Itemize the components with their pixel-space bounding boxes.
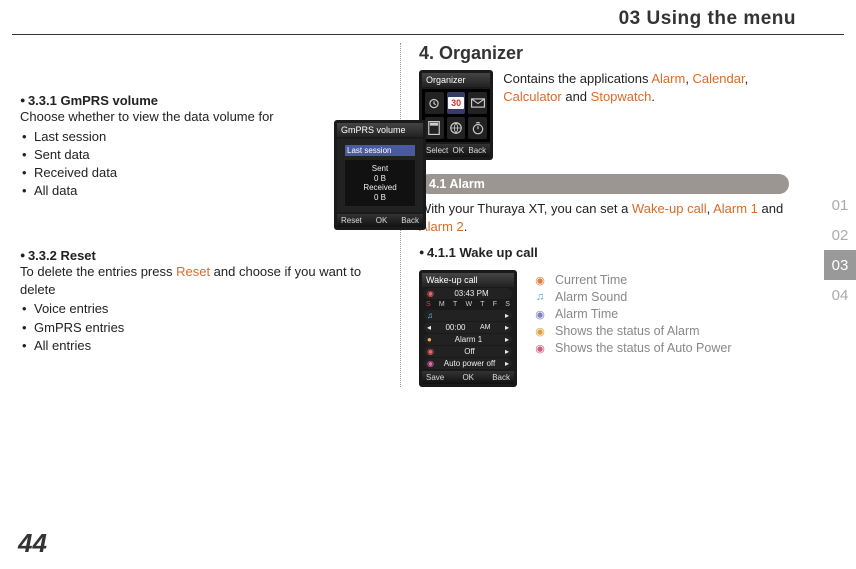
tab-02[interactable]: 02: [824, 220, 856, 250]
day: S: [426, 301, 431, 308]
list-item: All entries: [20, 337, 390, 355]
softkey-mid: OK: [376, 216, 388, 225]
softkey-right: Back: [401, 216, 419, 225]
tab-01[interactable]: 01: [824, 190, 856, 220]
right-column: 4. Organizer Organizer 30: [400, 43, 800, 387]
day: M: [439, 301, 445, 308]
screenshot-gmprs: GmPRS volume Last session Sent 0 B Recei…: [334, 120, 426, 230]
screen-text: Sent: [349, 164, 411, 174]
heading-41-alarm: 4.1 Alarm: [419, 174, 789, 194]
day: T: [453, 301, 457, 308]
tab-04[interactable]: 04: [824, 280, 856, 310]
org-cell-stopwatch: [468, 117, 487, 139]
screen-text: 0 B: [349, 174, 411, 184]
bell-icon: ●: [427, 335, 432, 344]
org-cell-alarm: [425, 92, 444, 114]
tab-03[interactable]: 03: [824, 250, 856, 280]
org-cell-calendar: 30: [447, 92, 466, 114]
org-cell-world: [447, 117, 466, 139]
softkey-left: Select: [426, 146, 448, 155]
heading-332: 3.3.2 Reset: [20, 248, 390, 263]
status-icon: ◉: [533, 324, 547, 338]
chevron-right-icon: ▸: [505, 323, 509, 332]
text-332: To delete the entries press Reset and ch…: [20, 263, 390, 298]
legend-text: Alarm Time: [555, 307, 618, 321]
link-reset: Reset: [176, 264, 210, 279]
legend-text: Shows the status of Auto Power: [555, 341, 732, 355]
stopwatch-icon: [471, 121, 485, 135]
organizer-description: Contains the applications Alarm, Calenda…: [503, 70, 800, 105]
alarm-intro: With your Thuraya XT, you can set a Wake…: [419, 200, 800, 235]
screen-title: Organizer: [422, 73, 490, 87]
legend-text: Alarm Sound: [555, 290, 627, 304]
clock-icon: ◉: [533, 273, 547, 287]
chevron-left-icon: ◂: [427, 323, 431, 332]
page-header: 03 Using the menu: [0, 0, 856, 34]
softkey-left: Save: [426, 373, 444, 382]
screen-title: GmPRS volume: [337, 123, 423, 137]
list-332: Voice entries GmPRS entries All entries: [20, 300, 390, 355]
softkey-mid: OK: [453, 146, 465, 155]
day: T: [480, 301, 484, 308]
chevron-right-icon: ▸: [505, 311, 509, 320]
list-item: Voice entries: [20, 300, 390, 318]
org-cell-mail: [468, 92, 487, 114]
day: W: [465, 301, 472, 308]
chevron-right-icon: ▸: [505, 359, 509, 368]
screenshot-wakeup: Wake-up call ◉03:43 PM S M T W T F S ♫▸ …: [419, 270, 517, 387]
softkey-right: Back: [492, 373, 510, 382]
list-item: GmPRS entries: [20, 319, 390, 337]
legend: ◉ Current Time ♫ Alarm Sound ◉ Alarm Time ◉…: [533, 270, 732, 358]
legend-text: Shows the status of Alarm: [555, 324, 700, 338]
clock-icon: [427, 96, 441, 110]
legend-text: Current Time: [555, 273, 627, 287]
chevron-right-icon: ▸: [505, 347, 509, 356]
chevron-right-icon: ▸: [505, 335, 509, 344]
clock-icon: ◉: [427, 289, 434, 298]
screen-text: 03:43 PM: [454, 289, 488, 298]
screen-text: Received: [349, 183, 411, 193]
softkey-left: Reset: [341, 216, 362, 225]
org-cell-calc: [425, 117, 444, 139]
screen-row: Last session: [345, 145, 415, 156]
envelope-icon: [471, 98, 485, 108]
globe-icon: [449, 121, 463, 135]
alarm-icon: ◉: [533, 307, 547, 321]
screen-text: 0 B: [349, 193, 411, 203]
calculator-icon: [428, 121, 440, 135]
heading-organizer: 4. Organizer: [419, 43, 800, 64]
note-icon: ♫: [427, 311, 433, 320]
heading-331: 3.3.1 GmPRS volume: [20, 93, 390, 108]
day: F: [493, 301, 497, 308]
day: S: [505, 301, 510, 308]
note-icon: ♫: [533, 290, 547, 304]
power-icon: ◉: [533, 341, 547, 355]
softkey-right: Back: [468, 146, 486, 155]
softkey-mid: OK: [462, 373, 474, 382]
dot-icon: ◉: [427, 347, 434, 356]
side-tabs: 01 02 03 04: [824, 190, 856, 310]
heading-411: 4.1.1 Wake up call: [419, 245, 800, 260]
power-icon: ◉: [427, 359, 434, 368]
page-number: 44: [18, 528, 47, 559]
screenshot-organizer: Organizer 30: [419, 70, 493, 160]
screen-title: Wake-up call: [422, 273, 514, 287]
